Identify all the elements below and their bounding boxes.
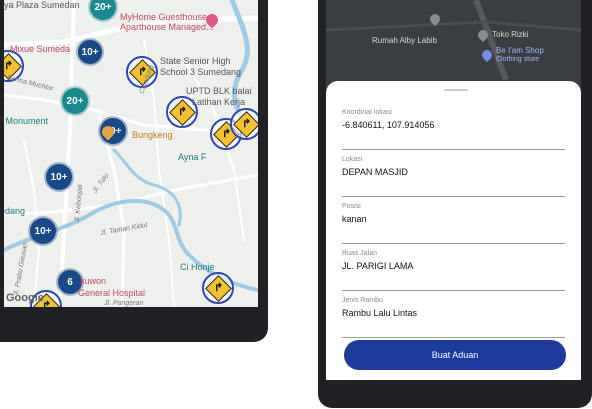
turn-right-sign-icon: ↱	[204, 274, 232, 302]
report-bottom-sheet: Koordinat lokasi -6.840611, 107.914056 L…	[326, 81, 581, 380]
map-label-plaza: iya Plaza Sumedan	[4, 0, 80, 10]
map-view[interactable]: 20+ 10+ 20+ 10+ 10+ 10+ 6 ↱ ↱ ↱ ↱ ↱ ↱ ↱ …	[4, 0, 258, 307]
cluster-count: 6	[67, 276, 73, 288]
map-label-blk-2: Latihan Kerja	[192, 97, 246, 107]
cluster-marker[interactable]: 20+	[62, 88, 88, 114]
coordinate-field[interactable]: Koordinat lokasi -6.840611, 107.914056	[342, 109, 565, 150]
map-label-shop: Be I'am Shop	[496, 46, 544, 55]
dark-map-base	[326, 0, 581, 80]
cluster-marker[interactable]: 10+	[30, 218, 56, 244]
right-phone-frame: Rumah Alby Labib Toko Rizki Be I'am Shop…	[318, 0, 592, 408]
map-label-toko: Toko Rizki	[492, 30, 529, 39]
map-label-bungkeng: Bungkeng	[132, 130, 173, 140]
cluster-count: 10+	[81, 46, 99, 58]
field-label: Lokasi	[342, 156, 363, 163]
field-value: kanan	[342, 214, 367, 224]
map-label-cihonje: Ci Honje	[180, 262, 215, 272]
field-label: Ruas Jalan	[342, 250, 378, 257]
sign-type-field[interactable]: Jenis Rambu Rambu Lalu Lintas	[342, 297, 565, 338]
map-label-ayna: Ayna F	[178, 152, 207, 162]
position-field[interactable]: Posisi kanan	[342, 203, 565, 244]
cluster-count: 20+	[66, 95, 84, 107]
cluster-count: 10+	[50, 171, 68, 183]
map-label-monument: g Monument	[4, 116, 49, 126]
map-label-rumah: Rumah Alby Labib	[372, 36, 437, 45]
traffic-sign-marker[interactable]: ↱	[202, 272, 234, 304]
field-value: DEPAN MASJID	[342, 167, 408, 177]
sheet-drag-handle[interactable]	[444, 89, 468, 91]
left-phone-frame: 20+ 10+ 20+ 10+ 10+ 10+ 6 ↱ ↱ ↱ ↱ ↱ ↱ ↱ …	[0, 0, 268, 342]
map-label-school-2: School 3 Sumedang	[160, 67, 242, 77]
field-label: Koordinat lokasi	[342, 109, 392, 116]
google-logo: Google	[6, 292, 44, 304]
map-label-mixue: Mixue Sumeda	[10, 44, 71, 54]
map-label-blk: UPTD BLK balai	[186, 86, 252, 96]
traffic-sign-marker[interactable]: ↱	[230, 108, 258, 140]
field-value: -6.840611, 107.914056	[342, 120, 435, 130]
location-field[interactable]: Lokasi DEPAN MASJID	[342, 156, 565, 197]
map-label-hotel: MyHome Guesthouse	[120, 12, 208, 22]
create-report-button[interactable]: Buat Aduan	[344, 340, 566, 370]
cluster-marker[interactable]: 10+	[78, 40, 102, 64]
map-label-school: State Senior High	[160, 56, 231, 66]
road-segment-field[interactable]: Ruas Jalan JL. PARIGI LAMA	[342, 250, 565, 291]
map-label-shop-type: Clothing store	[496, 56, 540, 63]
dark-map-view[interactable]: Rumah Alby Labib Toko Rizki Be I'am Shop…	[326, 0, 581, 80]
turn-right-sign-icon: ↱	[232, 110, 258, 138]
map-label-edang: edang	[4, 206, 26, 216]
cluster-count: 20+	[94, 1, 112, 13]
field-label: Jenis Rambu	[342, 297, 383, 304]
field-value: Rambu Lalu Lintas	[342, 308, 418, 318]
map-label-hotel-2: Aparthouse Managed...	[120, 22, 214, 32]
cluster-marker[interactable]: 10+	[46, 164, 72, 190]
report-screen: Rumah Alby Labib Toko Rizki Be I'am Shop…	[326, 0, 581, 380]
map-label-hospital: kuwon	[80, 276, 107, 286]
cluster-count: 10+	[34, 225, 52, 237]
map-label-hospital-2: General Hospital	[78, 288, 146, 298]
road-label: Jl. Pangeran	[104, 300, 144, 307]
field-value: JL. PARIGI LAMA	[342, 261, 414, 271]
field-label: Posisi	[342, 203, 361, 210]
